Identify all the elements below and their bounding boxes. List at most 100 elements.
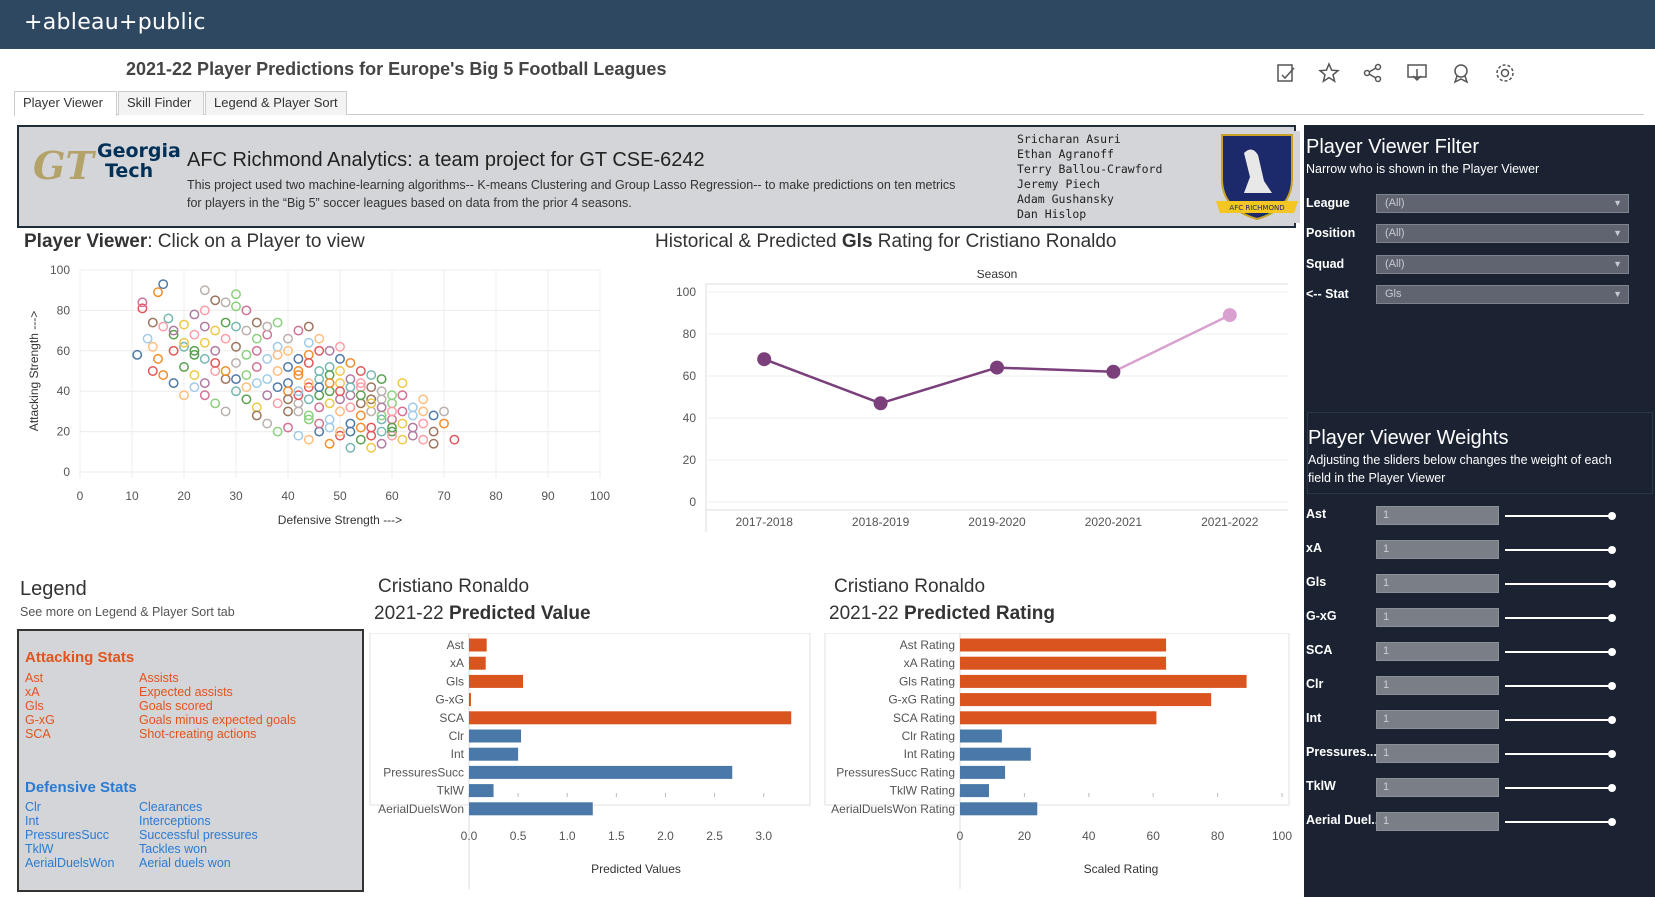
player-point[interactable]: [355, 422, 366, 433]
weight-slider-track[interactable]: [1505, 583, 1615, 585]
player-point[interactable]: [293, 406, 304, 417]
player-point[interactable]: [210, 325, 221, 336]
weight-input[interactable]: 1: [1376, 778, 1499, 797]
player-point[interactable]: [303, 394, 314, 405]
player-point[interactable]: [132, 349, 143, 360]
bar[interactable]: [960, 802, 1038, 816]
player-point[interactable]: [262, 390, 273, 401]
player-point[interactable]: [293, 430, 304, 441]
player-point[interactable]: [314, 402, 325, 413]
player-point[interactable]: [262, 329, 273, 340]
player-point[interactable]: [366, 442, 377, 453]
player-point[interactable]: [407, 430, 418, 441]
player-point[interactable]: [137, 297, 148, 308]
player-point[interactable]: [293, 353, 304, 364]
weight-input[interactable]: 1: [1376, 608, 1499, 627]
player-point[interactable]: [355, 410, 366, 421]
player-point[interactable]: [220, 374, 231, 385]
historical-point[interactable]: [990, 360, 1004, 375]
player-point[interactable]: [407, 410, 418, 421]
weight-slider-track[interactable]: [1505, 821, 1615, 823]
weight-slider-track[interactable]: [1505, 753, 1615, 755]
player-point[interactable]: [262, 418, 273, 429]
player-point[interactable]: [293, 325, 304, 336]
player-point[interactable]: [366, 382, 377, 393]
weight-slider-knob[interactable]: [1608, 784, 1616, 792]
player-point[interactable]: [241, 370, 252, 380]
weight-slider-knob[interactable]: [1608, 682, 1616, 690]
edit-icon[interactable]: [1275, 62, 1297, 84]
player-point[interactable]: [303, 321, 314, 332]
player-point[interactable]: [168, 378, 179, 389]
badge-icon[interactable]: [1450, 62, 1472, 84]
weight-input[interactable]: 1: [1376, 574, 1499, 593]
bar[interactable]: [960, 765, 1006, 779]
player-point[interactable]: [210, 366, 221, 376]
player-point[interactable]: [272, 341, 283, 352]
weight-slider-knob[interactable]: [1608, 818, 1616, 826]
player-point[interactable]: [153, 287, 163, 298]
player-point[interactable]: [303, 434, 314, 445]
player-point[interactable]: [418, 406, 429, 417]
player-point[interactable]: [303, 349, 314, 360]
bar[interactable]: [960, 784, 989, 798]
player-point[interactable]: [272, 349, 283, 360]
player-point[interactable]: [397, 406, 408, 417]
player-point[interactable]: [366, 430, 377, 441]
player-point[interactable]: [272, 317, 283, 328]
player-point[interactable]: [314, 418, 325, 429]
bar[interactable]: [469, 802, 593, 816]
player-point[interactable]: [397, 418, 408, 429]
player-point[interactable]: [324, 398, 335, 409]
bar[interactable]: [469, 693, 471, 707]
player-point[interactable]: [324, 422, 335, 433]
bar[interactable]: [469, 656, 486, 670]
player-point[interactable]: [147, 341, 158, 352]
player-point[interactable]: [314, 382, 325, 393]
weight-slider-track[interactable]: [1505, 651, 1615, 653]
tab-skill-finder[interactable]: Skill Finder: [118, 91, 204, 115]
weight-input[interactable]: 1: [1376, 744, 1499, 763]
player-point[interactable]: [376, 374, 387, 385]
player-point[interactable]: [324, 414, 335, 425]
player-point[interactable]: [397, 434, 408, 445]
player-point[interactable]: [241, 394, 252, 405]
player-point[interactable]: [355, 390, 366, 401]
player-point[interactable]: [428, 438, 439, 449]
bar[interactable]: [960, 711, 1157, 725]
player-point[interactable]: [345, 442, 356, 453]
player-point[interactable]: [345, 357, 356, 368]
bar[interactable]: [469, 747, 519, 761]
weight-slider-knob[interactable]: [1608, 614, 1616, 622]
weight-slider-knob[interactable]: [1608, 546, 1616, 554]
player-point[interactable]: [220, 333, 231, 344]
player-point[interactable]: [251, 402, 262, 413]
bar[interactable]: [469, 638, 487, 652]
bar[interactable]: [469, 729, 522, 743]
player-point[interactable]: [293, 398, 304, 409]
player-point[interactable]: [345, 418, 356, 429]
player-point[interactable]: [366, 370, 377, 380]
weight-input[interactable]: 1: [1376, 812, 1499, 831]
player-point[interactable]: [262, 374, 273, 385]
weight-input[interactable]: 1: [1376, 642, 1499, 661]
player-point[interactable]: [355, 366, 366, 376]
player-point[interactable]: [376, 402, 387, 413]
player-point[interactable]: [210, 357, 221, 368]
player-point[interactable]: [199, 285, 210, 296]
player-point[interactable]: [314, 366, 325, 376]
player-point[interactable]: [397, 390, 408, 401]
player-point[interactable]: [210, 295, 221, 306]
settings-icon[interactable]: [1494, 62, 1516, 84]
player-point[interactable]: [407, 402, 418, 413]
player-point[interactable]: [355, 434, 366, 445]
tab-legend-player-sort[interactable]: Legend & Player Sort: [205, 91, 347, 115]
player-point[interactable]: [199, 337, 210, 348]
tab-player-viewer[interactable]: Player Viewer: [14, 91, 117, 116]
weight-slider-knob[interactable]: [1608, 512, 1616, 520]
player-point[interactable]: [251, 317, 262, 328]
player-point[interactable]: [303, 357, 314, 368]
player-point[interactable]: [376, 394, 387, 405]
weight-input[interactable]: 1: [1376, 676, 1499, 695]
player-point[interactable]: [428, 410, 439, 421]
